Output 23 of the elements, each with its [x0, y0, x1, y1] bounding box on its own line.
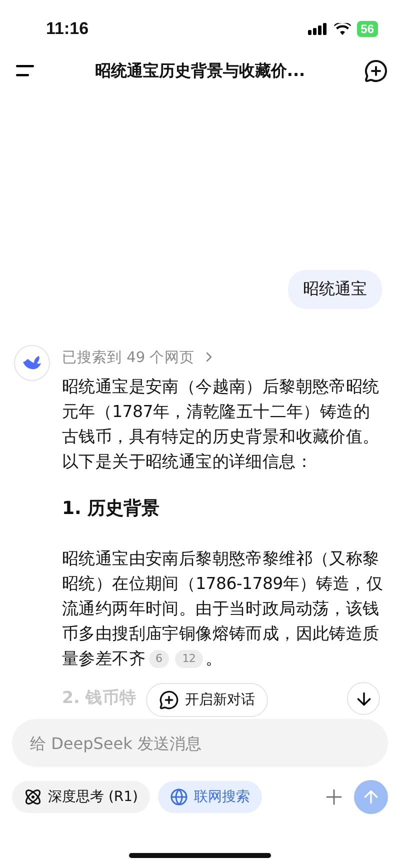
whale-logo-icon: [21, 354, 43, 372]
chat-title: 昭统通宝历史背景与收藏价...: [94, 60, 306, 82]
citation-badge[interactable]: 12: [175, 650, 203, 668]
signal-icon: [308, 23, 328, 35]
citation-badge[interactable]: 6: [148, 650, 170, 668]
section-heading: 1. 历史背景: [62, 498, 160, 520]
answer-paragraph: 昭统通宝由安南后黎朝愍帝黎维祁（又称黎昭统）在位期间（1786-1789年）铸造，仅流通约两年时间。由于当时政局动荡，该钱币多由搜刮庙宇铜像熔铸而成，因此铸造质量参差不齐 6 12 。: [62, 548, 384, 670]
new-chat-icon[interactable]: [364, 59, 388, 83]
atom-icon: [24, 788, 42, 806]
user-message: 昭统通宝: [288, 270, 382, 309]
message-input-field[interactable]: 给 DeepSeek 发送消息: [12, 719, 388, 767]
deep-think-toggle[interactable]: 深度思考 (R1): [12, 781, 150, 813]
menu-icon[interactable]: [16, 65, 36, 77]
search-results-link[interactable]: 已搜索到 49 个网页: [62, 345, 217, 369]
new-chat-button[interactable]: 开启新对话: [146, 683, 268, 717]
wifi-icon: [334, 23, 351, 35]
battery-level: 56: [356, 21, 378, 37]
new-chat-icon: [159, 690, 179, 710]
scroll-down-button[interactable]: [347, 682, 380, 715]
clock-time: 11:16: [46, 19, 89, 39]
web-search-toggle[interactable]: 联网搜索: [158, 781, 262, 813]
globe-icon: [170, 788, 188, 806]
answer-paragraph: 昭统通宝是安南（今越南）后黎朝愍帝昭统元年（1787年，清乾隆五十二年）铸造的古钱币，具有特定的历史背景和收藏价值。以下是关于昭统通宝的详细信息：: [62, 376, 380, 473]
